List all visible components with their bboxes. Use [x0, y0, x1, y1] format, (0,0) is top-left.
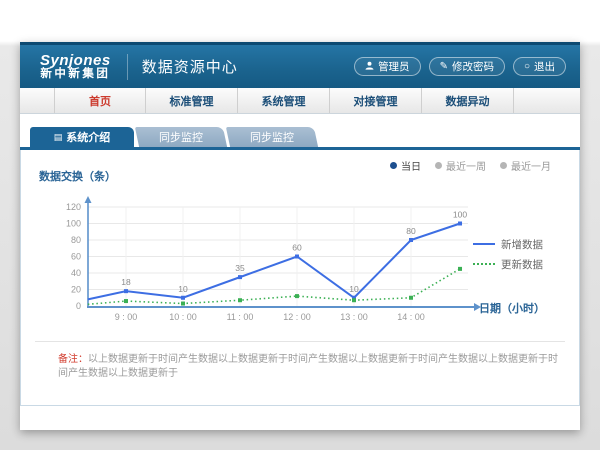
note-prefix: 备注：	[58, 354, 88, 365]
svg-text:13 : 00: 13 : 00	[340, 312, 368, 322]
svg-text:120: 120	[66, 202, 81, 212]
admin-user-button[interactable]: 管理员	[354, 57, 421, 76]
logo-text-cn: 新中新集团	[40, 68, 111, 80]
header-divider	[127, 54, 128, 80]
legend-new-data-line-swatch	[473, 243, 495, 245]
app-title: 数据资源中心	[142, 56, 238, 77]
tab-system-intro-label: 系统介绍	[66, 129, 110, 145]
svg-text:10: 10	[178, 284, 188, 294]
radio-today[interactable]: 当日	[390, 158, 421, 173]
desktop-background: Synjones 新中新集团 数据资源中心 管理员 ✎ 修改密码 ○	[0, 0, 600, 450]
svg-text:20: 20	[71, 285, 81, 295]
y-axis-title: 数据交换（条）	[39, 168, 116, 184]
series-legend: 新增数据 更新数据	[473, 234, 561, 274]
admin-user-label: 管理员	[378, 59, 410, 74]
svg-text:100: 100	[66, 219, 81, 229]
svg-text:11 : 00: 11 : 00	[227, 312, 254, 322]
legend-update-data-label: 更新数据	[501, 257, 543, 272]
svg-text:9 : 00: 9 : 00	[115, 312, 138, 322]
svg-text:14 : 00: 14 : 00	[397, 312, 425, 322]
svg-text:80: 80	[406, 226, 416, 236]
svg-text:60: 60	[71, 252, 81, 262]
time-range-filter: 当日 最近一周 最近一月	[390, 158, 551, 173]
company-logo: Synjones 新中新集团	[40, 53, 111, 81]
svg-text:0: 0	[76, 301, 81, 311]
user-icon	[365, 61, 374, 73]
svg-text:100: 100	[453, 210, 467, 220]
edit-icon: ✎	[440, 62, 448, 72]
nav-item-home[interactable]: 首页	[54, 88, 146, 113]
logout-label: 退出	[534, 59, 555, 74]
logo-text-en: Synjones	[40, 53, 111, 69]
radio-last-month-dot	[500, 162, 507, 169]
radio-today-label: 当日	[401, 158, 421, 173]
legend-update-data-line-swatch	[473, 263, 495, 265]
x-axis-title: 日期（小时）	[479, 300, 545, 316]
content-panel: 当日 最近一周 最近一月 数据交换（条） 0 20 40 60 80 100 120 9 : …	[20, 150, 580, 406]
svg-text:12 : 00: 12 : 00	[283, 312, 311, 322]
change-password-button[interactable]: ✎ 修改密码	[429, 57, 505, 76]
radio-last-week[interactable]: 最近一周	[435, 158, 486, 173]
tab-sync-monitor-1[interactable]: 同步监控	[135, 127, 227, 147]
note-text: 以上数据更新于时间产生数据以上数据更新于时间产生数据以上数据更新于时间产生数据以…	[58, 354, 558, 379]
header-actions: 管理员 ✎ 修改密码 ○ 退出	[354, 57, 566, 76]
nav-item-interface-mgmt[interactable]: 对接管理	[330, 88, 422, 113]
svg-text:80: 80	[71, 235, 81, 245]
radio-last-month-label: 最近一月	[511, 158, 551, 173]
tab-sync-monitor-1-label: 同步监控	[159, 129, 203, 145]
radio-last-month[interactable]: 最近一月	[500, 158, 551, 173]
power-icon: ○	[524, 62, 530, 72]
document-icon: ▤	[54, 133, 63, 142]
app-header: Synjones 新中新集团 数据资源中心 管理员 ✎ 修改密码 ○	[20, 42, 580, 88]
svg-text:60: 60	[292, 243, 302, 253]
tab-sync-monitor-2-label: 同步监控	[250, 129, 294, 145]
svg-text:18: 18	[121, 277, 131, 287]
radio-last-week-label: 最近一周	[446, 158, 486, 173]
note-divider	[35, 341, 565, 342]
tab-system-intro[interactable]: ▤ 系统介绍	[30, 127, 134, 147]
tab-strip: ▤ 系统介绍 同步监控 同步监控	[20, 127, 580, 147]
nav-item-system-mgmt[interactable]: 系统管理	[238, 88, 330, 113]
radio-today-dot	[390, 162, 397, 169]
radio-last-week-dot	[435, 162, 442, 169]
svg-text:10: 10	[349, 284, 359, 294]
logout-button[interactable]: ○ 退出	[513, 57, 566, 76]
svg-text:10 : 00: 10 : 00	[169, 312, 197, 322]
nav-item-standard-mgmt[interactable]: 标准管理	[146, 88, 238, 113]
nav-item-data-change[interactable]: 数据异动	[422, 88, 514, 113]
legend-new-data[interactable]: 新增数据	[473, 234, 561, 254]
change-password-label: 修改密码	[452, 59, 494, 74]
svg-text:40: 40	[71, 268, 81, 278]
svg-text:35: 35	[235, 263, 245, 273]
app-window: Synjones 新中新集团 数据资源中心 管理员 ✎ 修改密码 ○	[20, 42, 580, 430]
tab-sync-monitor-2[interactable]: 同步监控	[226, 127, 318, 147]
footer-note: 备注：以上数据更新于时间产生数据以上数据更新于时间产生数据以上数据更新于时间产生…	[58, 353, 559, 381]
legend-update-data[interactable]: 更新数据	[473, 254, 561, 274]
main-nav: 首页 标准管理 系统管理 对接管理 数据异动	[20, 88, 580, 114]
legend-new-data-label: 新增数据	[501, 237, 543, 252]
